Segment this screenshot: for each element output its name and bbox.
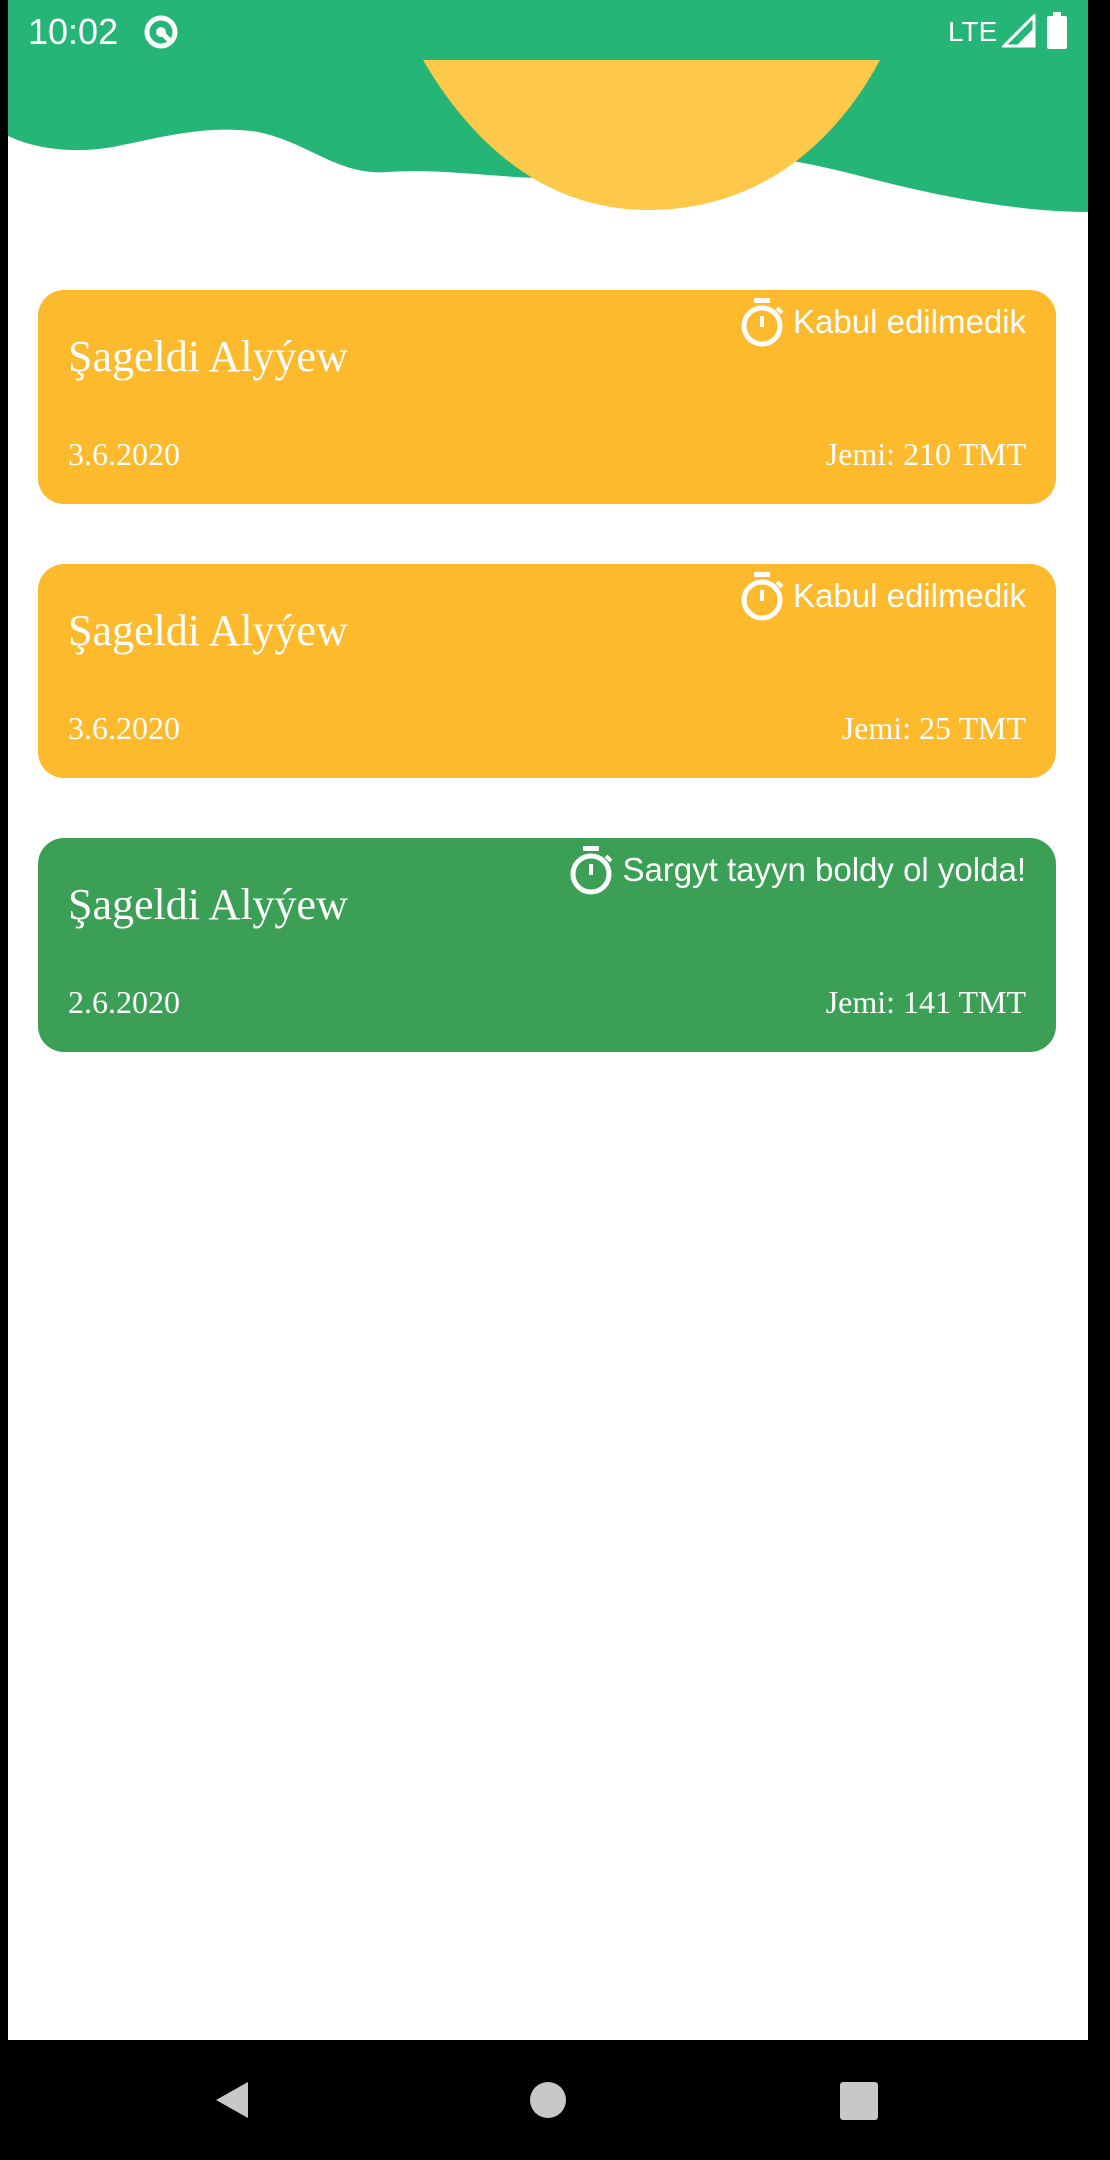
stopwatch-icon [570,846,613,895]
order-total: Jemi: 25 TMT [841,710,1026,746]
notification-icon [144,15,178,49]
order-date: 3.6.2020 [68,710,180,746]
stopwatch-icon [741,572,784,621]
header-sun [423,60,880,210]
home-icon[interactable] [530,2082,566,2118]
stopwatch-icon [741,298,784,347]
customer-name: Şageldi Alyýew [68,606,348,655]
order-total: Jemi: 141 TMT [825,984,1026,1020]
order-date: 3.6.2020 [68,436,180,472]
battery-icon [1047,12,1067,49]
app-screen: 10:02 LTE Kabul edilmedik Şageldi Alyýew… [8,0,1088,2040]
status-time: 10:02 [28,11,119,52]
order-card[interactable]: Kabul edilmedik Şageldi Alyýew 3.6.2020 … [38,564,1056,778]
order-card[interactable]: Sargyt tayyn boldy ol yolda! Şageldi Aly… [38,838,1056,1052]
order-card[interactable]: Kabul edilmedik Şageldi Alyýew 3.6.2020 … [38,290,1056,504]
order-status-label: Sargyt tayyn boldy ol yolda! [622,851,1026,888]
network-type: LTE [948,16,998,47]
order-status: Sargyt tayyn boldy ol yolda! [566,844,1026,896]
status-bar: 10:02 LTE [8,0,1088,64]
customer-name: Şageldi Alyýew [68,332,348,381]
navigation-bar [0,2040,1110,2160]
order-date: 2.6.2020 [68,984,180,1020]
back-icon[interactable] [212,2080,252,2120]
customer-name: Şageldi Alyýew [68,880,348,929]
order-status: Kabul edilmedik [737,296,1026,348]
order-status: Kabul edilmedik [737,570,1026,622]
order-status-label: Kabul edilmedik [793,577,1026,614]
order-status-label: Kabul edilmedik [793,303,1026,340]
order-total: Jemi: 210 TMT [825,436,1026,472]
recents-icon[interactable] [840,2082,878,2120]
signal-icon [1002,14,1036,48]
